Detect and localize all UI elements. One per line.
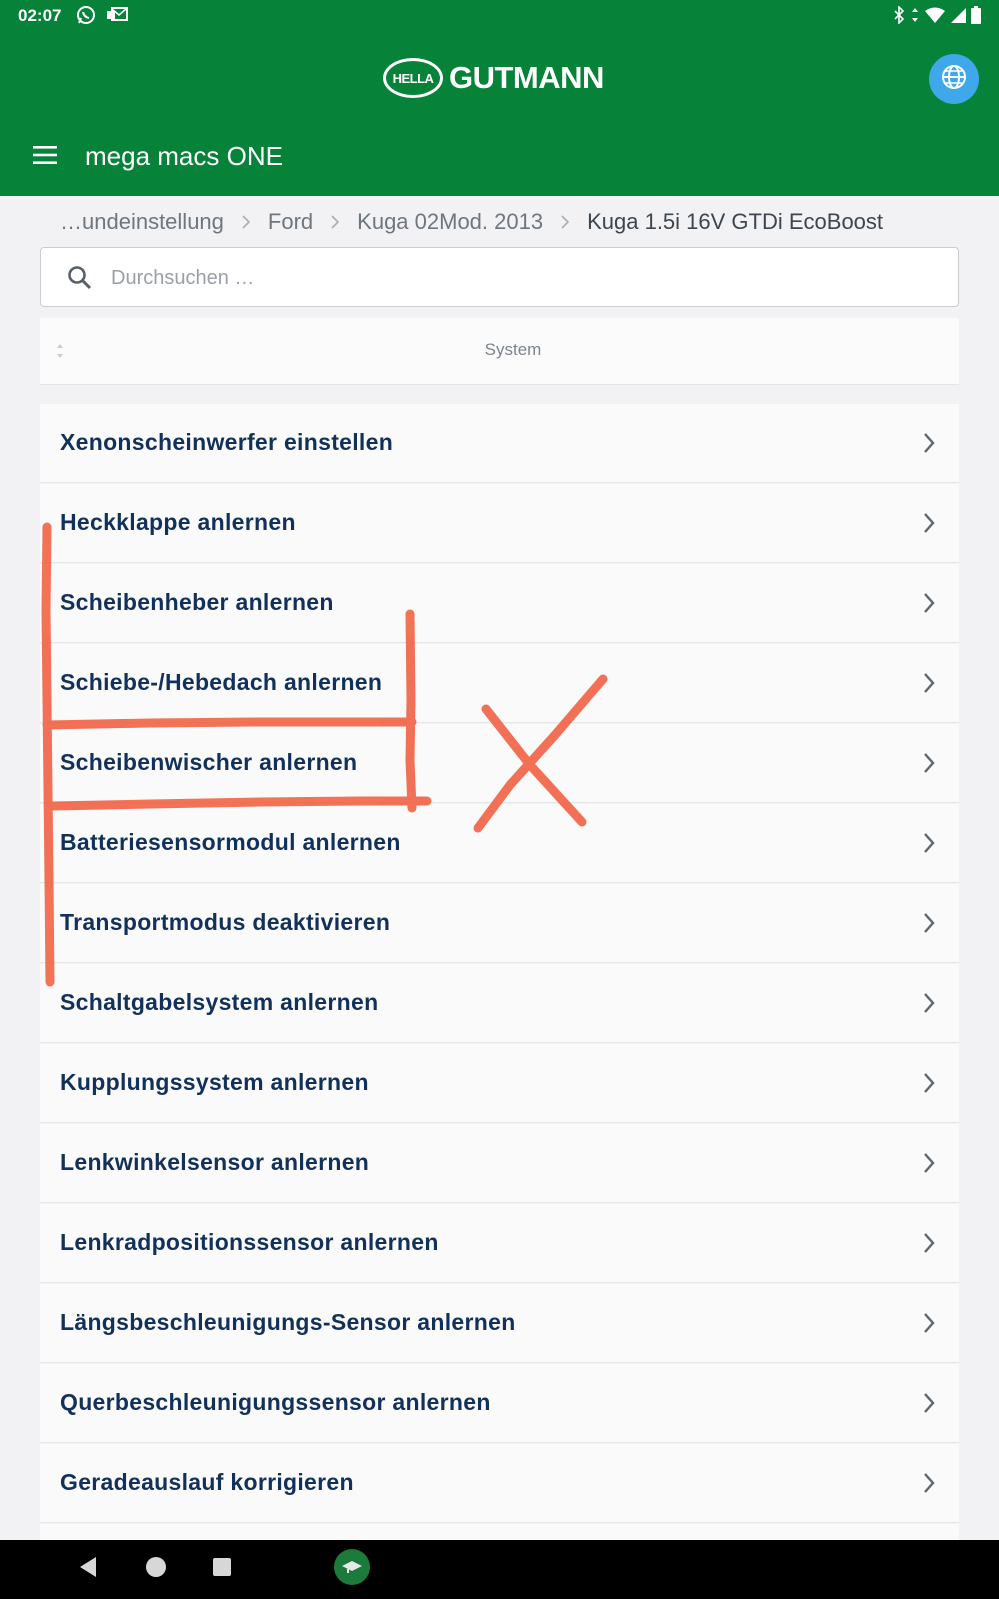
- chevron-right-icon: [922, 1311, 936, 1340]
- hamburger-icon: [32, 146, 58, 170]
- globe-icon: [941, 64, 967, 95]
- row-label: Scheibenheber anlernen: [60, 589, 334, 615]
- row-label: Lenkradpositionssensor anlernen: [60, 1229, 439, 1255]
- app-header: 02:07 HELLA GUTMANN mega macs ONE: [0, 0, 999, 196]
- language-button[interactable]: [929, 54, 979, 104]
- table-row[interactable]: Querbeschleunigungssensor anlernen: [40, 1364, 959, 1443]
- logo-text: GUTMANN: [449, 60, 604, 95]
- table-row-partial: [40, 1524, 959, 1540]
- breadcrumb-item-1[interactable]: …undeinstellung: [60, 209, 224, 235]
- chevron-right-icon: [922, 671, 936, 700]
- chevron-right-icon: [330, 214, 340, 230]
- row-label: Querbeschleunigungssensor anlernen: [60, 1389, 491, 1415]
- system-nav-bar: [0, 1540, 999, 1599]
- row-label: Heckklappe anlernen: [60, 509, 296, 535]
- chevron-right-icon: [922, 751, 936, 780]
- chevron-right-icon: [922, 511, 936, 540]
- chevron-right-icon: [922, 1071, 936, 1100]
- row-label: Lenkwinkelsensor anlernen: [60, 1149, 370, 1175]
- table-row[interactable]: Lenkradpositionssensor anlernen: [40, 1204, 959, 1283]
- table-row[interactable]: Transportmodus deaktivieren: [40, 884, 959, 963]
- status-bar: 02:07: [0, 0, 999, 32]
- table-row[interactable]: Längsbeschleunigungs-Sensor anlernen: [40, 1284, 959, 1363]
- column-header-system[interactable]: System: [40, 340, 959, 360]
- chevron-right-icon: [922, 911, 936, 940]
- row-label: Transportmodus deaktivieren: [60, 909, 391, 935]
- table-row[interactable]: Scheibenwischer anlernen: [40, 724, 959, 803]
- chevron-right-icon: [922, 591, 936, 620]
- row-label: Xenonscheinwerfer einstellen: [60, 429, 394, 455]
- search-box[interactable]: [40, 247, 959, 307]
- table-header: System: [40, 318, 959, 385]
- row-label: Scheibenwischer anlernen: [60, 749, 358, 775]
- breadcrumb-item-current: Kuga 1.5i 16V GTDi EcoBoost: [587, 209, 884, 234]
- chevron-right-icon: [922, 1231, 936, 1260]
- table-row[interactable]: Lenkwinkelsensor anlernen: [40, 1124, 959, 1203]
- mail-icon: [106, 5, 128, 30]
- back-icon[interactable]: [78, 1556, 98, 1583]
- battery-icon: [971, 6, 981, 29]
- system-table: System Xenonscheinwerfer einstellen Heckk…: [40, 318, 959, 1540]
- chevron-right-icon: [922, 991, 936, 1020]
- chevron-right-icon: [560, 214, 570, 230]
- chevron-right-icon: [922, 1391, 936, 1420]
- row-label: Kupplungssystem anlernen: [60, 1069, 369, 1095]
- table-row[interactable]: Kupplungssystem anlernen: [40, 1044, 959, 1123]
- table-row[interactable]: Xenonscheinwerfer einstellen: [40, 404, 959, 483]
- status-time: 02:07: [18, 6, 62, 25]
- whatsapp-icon: [76, 5, 96, 30]
- recents-icon[interactable]: [213, 1558, 231, 1576]
- table-row[interactable]: Scheibenheber anlernen: [40, 564, 959, 643]
- chevron-right-icon: [922, 831, 936, 860]
- breadcrumb-item-3[interactable]: Kuga 02Mod. 2013: [357, 209, 543, 235]
- chevron-right-icon: [922, 431, 936, 460]
- table-row[interactable]: Heckklappe anlernen: [40, 484, 959, 563]
- app-title: mega macs ONE: [85, 141, 283, 171]
- logo-oval-text: HELLA: [392, 70, 434, 86]
- bluetooth-icon: [893, 5, 905, 29]
- breadcrumb-item-2[interactable]: Ford: [268, 209, 313, 235]
- menu-button[interactable]: [32, 144, 58, 166]
- row-label: Schaltgabelsystem anlernen: [60, 989, 379, 1015]
- table-row[interactable]: Schiebe-/Hebedach anlernen: [40, 644, 959, 723]
- hella-gutmann-logo: HELLA GUTMANN: [383, 55, 604, 101]
- chevron-right-icon: [922, 1471, 936, 1500]
- chevron-right-icon: [241, 214, 251, 230]
- search-icon: [67, 265, 93, 296]
- table-row[interactable]: Batteriesensormodul anlernen: [40, 804, 959, 883]
- row-label: Batteriesensormodul anlernen: [60, 829, 401, 855]
- data-arrows-icon: [910, 6, 920, 29]
- search-input[interactable]: [109, 262, 933, 294]
- table-row[interactable]: Schaltgabelsystem anlernen: [40, 964, 959, 1043]
- table-row[interactable]: Geradeauslauf korrigieren: [40, 1444, 959, 1523]
- row-label: Schiebe-/Hebedach anlernen: [60, 669, 383, 695]
- row-label: Längsbeschleunigungs-Sensor anlernen: [60, 1309, 516, 1335]
- chevron-right-icon: [922, 1151, 936, 1180]
- wifi-icon: [925, 7, 945, 28]
- signal-icon: [950, 7, 966, 28]
- home-icon[interactable]: [146, 1557, 166, 1577]
- breadcrumb: …undeinstellung Ford Kuga 02Mod. 2013 Ku…: [60, 207, 883, 237]
- app-shortcut-icon[interactable]: [334, 1549, 370, 1585]
- row-label: Geradeauslauf korrigieren: [60, 1469, 354, 1495]
